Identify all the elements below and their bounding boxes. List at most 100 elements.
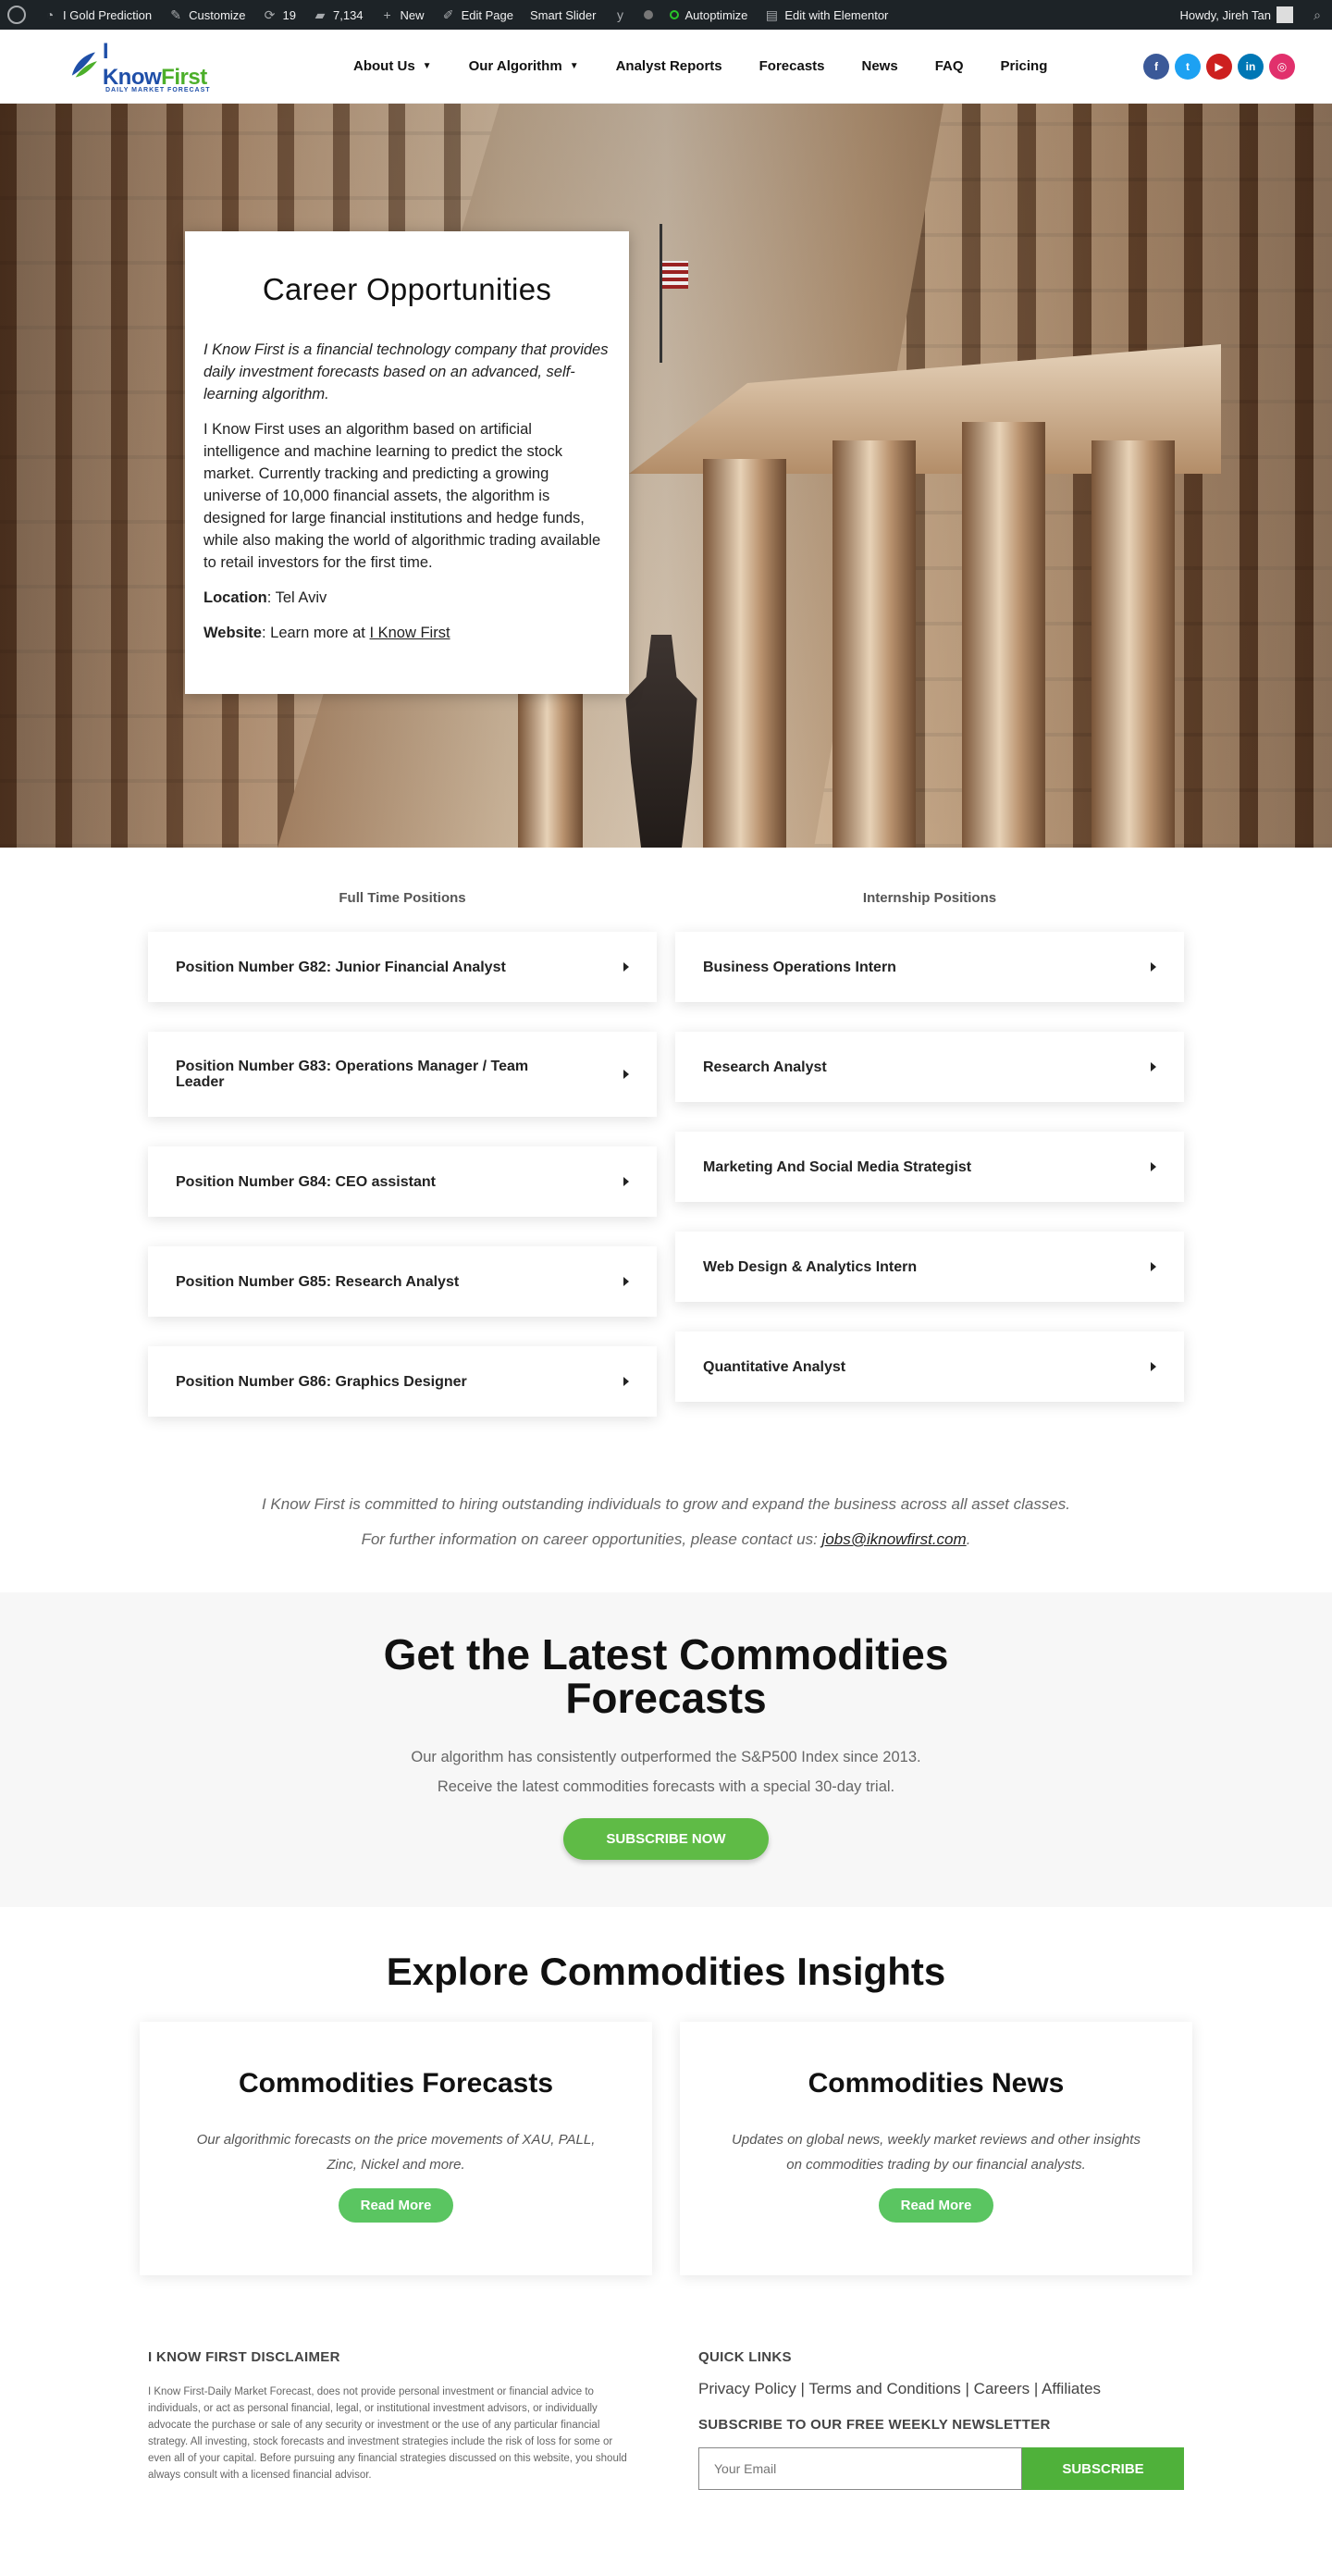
position-accordion-item[interactable]: Web Design & Analytics Intern <box>675 1232 1184 1302</box>
admin-autoptimize-link[interactable]: Autoptimize <box>670 8 747 22</box>
admin-smart-slider-link[interactable]: Smart Slider <box>530 8 597 22</box>
position-accordion-item[interactable]: Position Number G82: Junior Financial An… <box>148 932 657 1002</box>
contact-email-link[interactable]: jobs@iknowfirst.com <box>822 1530 967 1548</box>
nav-item-about-us[interactable]: About Us ▼ <box>353 58 432 74</box>
position-accordion-item[interactable]: Position Number G86: Graphics Designer <box>148 1346 657 1417</box>
career-location: Location: Tel Aviv <box>204 589 327 606</box>
cta-section: Get the Latest Commodities Forecasts Our… <box>0 1592 1332 1907</box>
position-accordion-item[interactable]: Business Operations Intern <box>675 932 1184 1002</box>
instagram-icon[interactable]: ◎ <box>1269 53 1295 80</box>
footer-link-affiliates[interactable]: Affiliates <box>1042 2380 1101 2397</box>
position-accordion-item[interactable]: Position Number G85: Research Analyst <box>148 1246 657 1317</box>
position-title: Marketing And Social Media Strategist <box>703 1158 972 1175</box>
read-more-button[interactable]: Read More <box>878 2188 994 2223</box>
footer-link-terms-and-conditions[interactable]: Terms and Conditions <box>808 2380 960 2397</box>
site-logo[interactable]: I KnowFirst DAILY MARKET FORECAST <box>67 39 215 93</box>
yoast-icon[interactable]: y <box>612 7 627 22</box>
commitment-line: I Know First is committed to hiring outs… <box>261 1495 1071 1513</box>
youtube-icon[interactable]: ▶ <box>1206 53 1232 80</box>
caret-right-icon <box>1151 1362 1156 1371</box>
autoptimize-status-icon <box>670 10 680 19</box>
website-link[interactable]: I Know First <box>369 625 450 641</box>
position-accordion-item[interactable]: Research Analyst <box>675 1032 1184 1102</box>
elementor-icon: ▤ <box>765 7 778 22</box>
position-title: Position Number G82: Junior Financial An… <box>176 959 506 975</box>
logo-text-accent: First <box>161 65 207 90</box>
admin-elementor-link[interactable]: ▤ Edit with Elementor <box>764 7 889 22</box>
position-title: Position Number G85: Research Analyst <box>176 1273 460 1290</box>
linkedin-icon[interactable]: in <box>1238 53 1264 80</box>
admin-search-icon[interactable]: ⌕ <box>1310 7 1325 22</box>
hero-flag <box>662 261 688 289</box>
newsletter-subscribe-button[interactable]: SUBSCRIBE <box>1022 2447 1184 2490</box>
footer-link-careers[interactable]: Careers <box>974 2380 1030 2397</box>
insight-card-title: Commodities News <box>808 2068 1065 2099</box>
admin-account-menu[interactable]: Howdy, Jireh Tan <box>1179 6 1293 23</box>
nav-item-forecasts[interactable]: Forecasts <box>759 58 825 74</box>
full-time-column: Full Time Positions Position Number G82:… <box>148 890 657 1446</box>
caret-right-icon <box>623 1070 629 1079</box>
cta-title: Get the Latest Commodities Forecasts <box>383 1630 949 1722</box>
hero-column <box>1092 440 1175 848</box>
position-title: Research Analyst <box>703 1059 827 1075</box>
link-separator: | <box>960 2380 974 2397</box>
admin-customize-link[interactable]: ✎ Customize <box>168 7 245 22</box>
twitter-icon[interactable]: t <box>1175 53 1201 80</box>
position-title: Position Number G83: Operations Manager … <box>176 1059 529 1090</box>
nav-item-faq[interactable]: FAQ <box>935 58 964 74</box>
caret-right-icon <box>1151 1262 1156 1271</box>
career-body: I Know First uses an algorithm based on … <box>204 421 601 571</box>
disclaimer-heading: I KNOW FIRST DISCLAIMER <box>148 2349 340 2365</box>
full-time-heading: Full Time Positions <box>339 890 466 906</box>
caret-right-icon <box>1151 962 1156 972</box>
disclaimer-text: I Know First-Daily Market Forecast, does… <box>148 2386 627 2481</box>
admin-updates-link[interactable]: ⟳ 19 <box>263 7 296 22</box>
position-accordion-item[interactable]: Position Number G83: Operations Manager … <box>148 1032 657 1117</box>
hero-flagpole <box>660 224 662 363</box>
position-accordion-item[interactable]: Position Number G84: CEO assistant <box>148 1146 657 1217</box>
subscribe-now-button[interactable]: SUBSCRIBE NOW <box>563 1818 769 1860</box>
nav-item-our-algorithm[interactable]: Our Algorithm ▼ <box>469 58 579 74</box>
refresh-icon: ⟳ <box>264 7 276 22</box>
wordpress-logo-icon[interactable] <box>7 6 26 24</box>
chevron-down-icon: ▼ <box>422 61 432 71</box>
footer-link-privacy-policy[interactable]: Privacy Policy <box>698 2380 796 2397</box>
career-intro: I Know First is a financial technology c… <box>204 341 609 402</box>
quick-links: Privacy Policy | Terms and Conditions | … <box>698 2380 1184 2398</box>
insight-card-text: Our algorithmic forecasts on the price m… <box>196 2132 596 2173</box>
wp-admin-bar: ◔ I Gold Prediction ✎ Customize ⟳ 19 ▰ 7,134… <box>0 0 1332 30</box>
plus-icon: + <box>383 7 391 22</box>
insight-card: Commodities News Updates on global news, … <box>680 2022 1192 2275</box>
admin-edit-page-link[interactable]: ✐ Edit Page <box>441 7 513 22</box>
dashboard-icon: ◔ <box>45 7 55 22</box>
position-accordion-item[interactable]: Marketing And Social Media Strategist <box>675 1132 1184 1202</box>
internship-heading: Internship Positions <box>862 890 997 906</box>
caret-right-icon <box>623 1177 629 1186</box>
newsletter-heading: SUBSCRIBE TO OUR FREE WEEKLY NEWSLETTER <box>698 2417 1051 2433</box>
nav-item-pricing[interactable]: Pricing <box>1001 58 1048 74</box>
insights-section: Explore Commodities Insights Commodities… <box>0 1907 1332 2275</box>
site-footer: I KNOW FIRST DISCLAIMER I Know First-Dai… <box>0 2275 1332 2490</box>
site-header: I KnowFirst DAILY MARKET FORECAST About … <box>0 30 1332 104</box>
hero-section: Career Opportunities I Know First is a f… <box>0 104 1332 848</box>
position-title: Position Number G84: CEO assistant <box>176 1173 436 1190</box>
career-website: Website: Learn more at I Know First <box>204 625 450 641</box>
read-more-button[interactable]: Read More <box>338 2188 454 2223</box>
hero-column <box>962 422 1045 848</box>
admin-site-link[interactable]: ◔ I Gold Prediction <box>43 7 152 22</box>
facebook-icon[interactable]: f <box>1143 53 1169 80</box>
admin-comments-link[interactable]: ▰ 7,134 <box>313 7 364 22</box>
hero-column <box>832 440 916 848</box>
caret-right-icon <box>623 1277 629 1286</box>
nav-item-analyst-reports[interactable]: Analyst Reports <box>616 58 722 74</box>
nav-item-news[interactable]: News <box>862 58 898 74</box>
caret-right-icon <box>1151 1062 1156 1071</box>
newsletter-email-input[interactable] <box>698 2447 1022 2490</box>
insight-card-title: Commodities Forecasts <box>238 2068 554 2099</box>
admin-new-link[interactable]: + New <box>380 7 424 22</box>
contact-line: For further information on career opport… <box>361 1530 822 1548</box>
position-title: Business Operations Intern <box>703 959 896 975</box>
logo-tagline: DAILY MARKET FORECAST <box>105 87 211 93</box>
position-accordion-item[interactable]: Quantitative Analyst <box>675 1331 1184 1402</box>
comment-icon: ▰ <box>314 7 326 22</box>
